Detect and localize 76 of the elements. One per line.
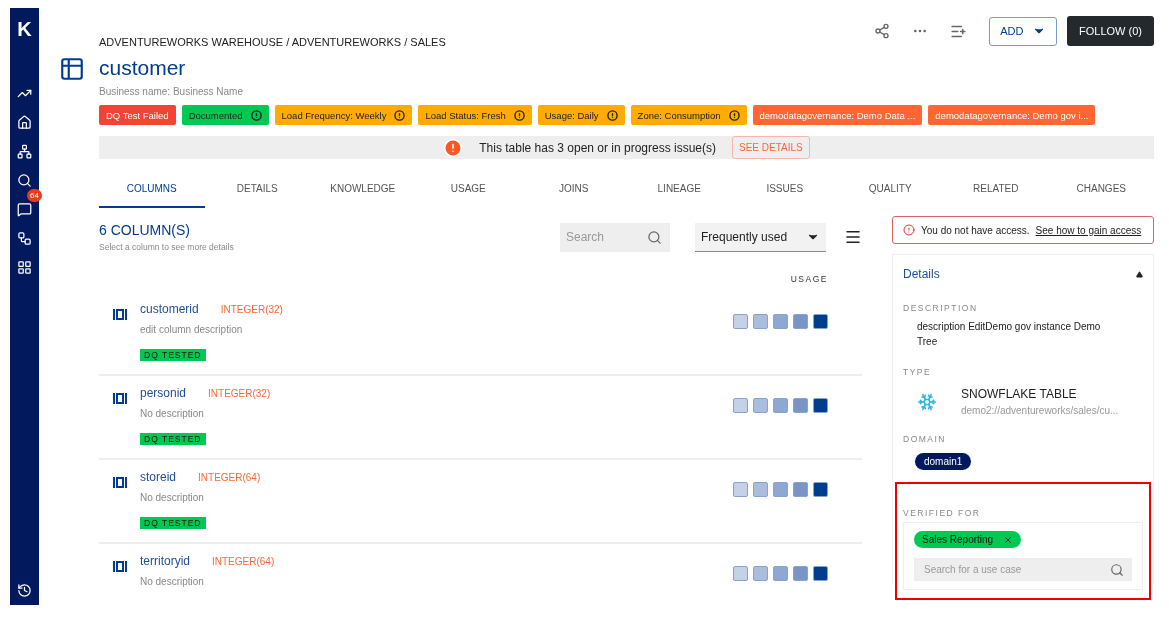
notification-badge: 64 [27,189,42,202]
tag[interactable]: Load Status: Fresh [418,105,532,125]
column-name[interactable]: territoryid [140,554,190,568]
column-type: INTEGER(32) [208,388,271,399]
tree-icon[interactable] [17,231,32,246]
hint-text: Select a column to see more details [99,242,235,252]
dq-badge: DQ TESTED [140,433,206,445]
details-title[interactable]: Details [903,267,940,281]
column-type: INTEGER(64) [212,556,275,567]
page-title: customer [99,56,187,80]
sort-dropdown[interactable]: Frequently used [695,222,826,252]
column-icon [113,309,127,320]
widgets-icon[interactable] [17,260,32,275]
dq-badge: DQ TESTED [140,349,206,361]
issue-message: This table has 3 open or in progress issue(s) [479,140,717,155]
usage-heading: USAGE [790,274,828,284]
type-path: demo2://adventureworks/sales/cu... [961,405,1119,416]
menu-icon[interactable] [844,228,862,246]
column-count: 6 COLUMN(S) [99,222,191,238]
tag[interactable]: Usage: Daily [537,105,625,125]
verified-label: VERIFIED FOR [903,508,982,518]
column-description: No description [140,576,205,587]
tag[interactable]: DQ Test Failed [99,105,176,125]
column-description: edit column description [140,324,244,335]
column-icon [113,561,127,572]
tag[interactable]: Zone: Consumption [630,105,747,125]
tag[interactable]: Load Frequency: Weekly [274,105,413,125]
follow-button[interactable]: FOLLOW (0) [1067,16,1154,46]
home-icon[interactable] [17,115,32,130]
description-label: DESCRIPTION [903,303,979,313]
column-name[interactable]: storeid [140,470,177,484]
network-icon[interactable] [17,144,32,159]
tab[interactable]: RELATED [943,171,1049,208]
column-description: No description [140,408,205,419]
description-text: description EditDemo gov instance Demo Tree [917,320,1102,349]
table-icon [59,56,85,82]
close-icon[interactable] [1003,534,1014,545]
tab[interactable]: KNOWLEDGE [310,171,416,208]
column-icon [113,477,127,488]
snowflake-icon [917,391,937,412]
tab[interactable]: JOINS [521,171,627,208]
type-label: TYPE [903,367,933,377]
access-message: You do not have access. [921,224,1030,236]
column-type: INTEGER(64) [198,472,261,483]
column-name[interactable]: customerid [140,302,199,316]
use-case-chip[interactable]: Sales Reporting [914,531,1022,548]
domain-chip[interactable]: domain1 [915,453,972,470]
tab[interactable]: LINEAGE [626,171,732,208]
caret-icon[interactable] [1136,270,1143,278]
tab[interactable]: COLUMNS [99,171,205,208]
add-button[interactable]: ADD [989,16,1058,46]
column-name[interactable]: personid [140,386,187,400]
search-field[interactable]: Search [560,222,670,252]
tab[interactable]: DETAILS [204,171,310,208]
column-type: INTEGER(32) [220,304,283,315]
use-case-search-field[interactable]: Search for a use case [914,558,1132,581]
column-icon [113,393,127,404]
domain-label: DOMAIN [903,434,947,444]
search-icon[interactable] [17,173,32,188]
breadcrumb: ADVENTUREWORKS WAREHOUSE / ADVENTUREWORKS / SALES [99,36,447,48]
column-description: No description [140,492,205,503]
tab[interactable]: CHANGES [1048,171,1154,208]
history-icon[interactable] [17,583,32,598]
tag[interactable]: Documented [181,105,269,125]
tab[interactable]: USAGE [415,171,521,208]
tab[interactable]: QUALITY [837,171,943,208]
tab[interactable]: ISSUES [732,171,838,208]
info-icon [903,224,915,236]
warning-icon [443,137,464,158]
dq-badge: DQ TESTED [140,517,206,529]
share-icon[interactable] [874,23,891,39]
logo[interactable]: K [17,18,32,41]
business-name: Business name: Business Name [99,86,244,97]
chat-icon[interactable] [17,202,32,217]
type-name: SNOWFLAKE TABLE [961,387,1078,401]
access-link[interactable]: See how to gain access [1035,224,1142,236]
